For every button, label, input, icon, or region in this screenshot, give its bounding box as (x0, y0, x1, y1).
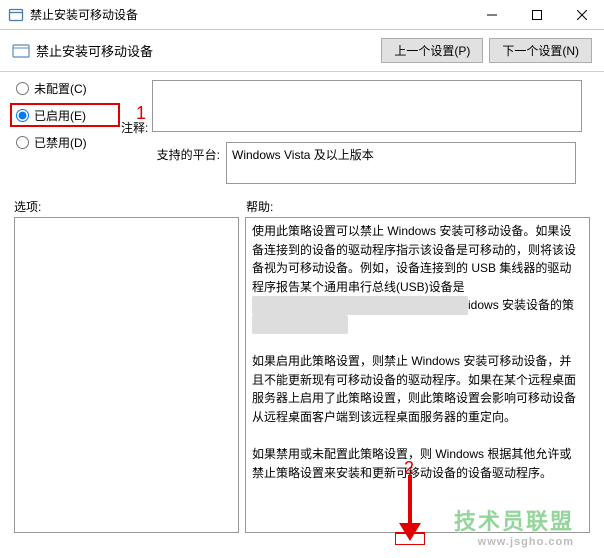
help-p2: 如果启用此策略设置，则禁止 Windows 安装可移动设备，并且不能更新现有可移… (252, 352, 583, 426)
radio-enabled[interactable]: 已启用(E) (16, 107, 121, 124)
next-setting-button[interactable]: 下一个设置(N) (489, 38, 592, 63)
header: 禁止安装可移动设备 上一个设置(P) 下一个设置(N) (0, 30, 604, 72)
maximize-button[interactable] (514, 0, 559, 29)
radio-not-configured[interactable]: 未配置(C) (16, 80, 121, 97)
panes: 使用此策略设置可以禁止 Windows 安装可移动设备。如果设备连接到的设备的驱… (0, 217, 604, 533)
platform-label: 支持的平台: (121, 142, 226, 163)
state-section: 未配置(C) 已启用(E) 已禁用(D) 注释: 支持的平台: Windows … (0, 72, 604, 192)
radio-enabled-input[interactable] (16, 109, 29, 122)
prev-setting-button[interactable]: 上一个设置(P) (381, 38, 483, 63)
pane-headers: 选项: 帮助: (0, 192, 604, 217)
radio-disabled-input[interactable] (16, 136, 29, 149)
help-pane[interactable]: 使用此策略设置可以禁止 Windows 安装可移动设备。如果设备连接到的设备的驱… (245, 217, 590, 533)
radio-not-configured-input[interactable] (16, 82, 29, 95)
help-p3: 如果禁用或未配置此策略设置，则 Windows 根据其他允许或禁止策略设置来安装… (252, 445, 583, 482)
radio-not-configured-label: 未配置(C) (34, 80, 87, 97)
minimize-button[interactable] (469, 0, 514, 29)
close-button[interactable] (559, 0, 604, 29)
title-bar: 禁止安装可移动设备 (0, 0, 604, 30)
options-pane[interactable] (14, 217, 239, 533)
platform-value: Windows Vista 及以上版本 (226, 142, 576, 184)
watermark-text: 技术员联盟 (454, 509, 574, 534)
radio-disabled[interactable]: 已禁用(D) (16, 134, 121, 151)
radio-disabled-label: 已禁用(D) (34, 134, 87, 151)
comment-input[interactable] (152, 80, 582, 132)
window-title: 禁止安装可移动设备 (30, 6, 469, 23)
window-controls (469, 0, 604, 29)
policy-title: 禁止安装可移动设备 (36, 41, 375, 60)
radio-enabled-label: 已启用(E) (34, 107, 86, 124)
annotation-num-1: 1 (136, 103, 146, 124)
options-label: 选项: (14, 198, 242, 215)
annotation-num-2: 2 (404, 458, 414, 479)
help-label: 帮助: (242, 198, 590, 215)
watermark-url: www.jsgho.com (454, 536, 574, 548)
help-p1: 使用此策略设置可以禁止 Windows 安装可移动设备。如果设备连接到的设备的驱… (252, 222, 583, 334)
app-icon (8, 7, 24, 23)
watermark: 技术员联盟 www.jsgho.com (454, 504, 574, 548)
policy-icon (12, 42, 30, 60)
